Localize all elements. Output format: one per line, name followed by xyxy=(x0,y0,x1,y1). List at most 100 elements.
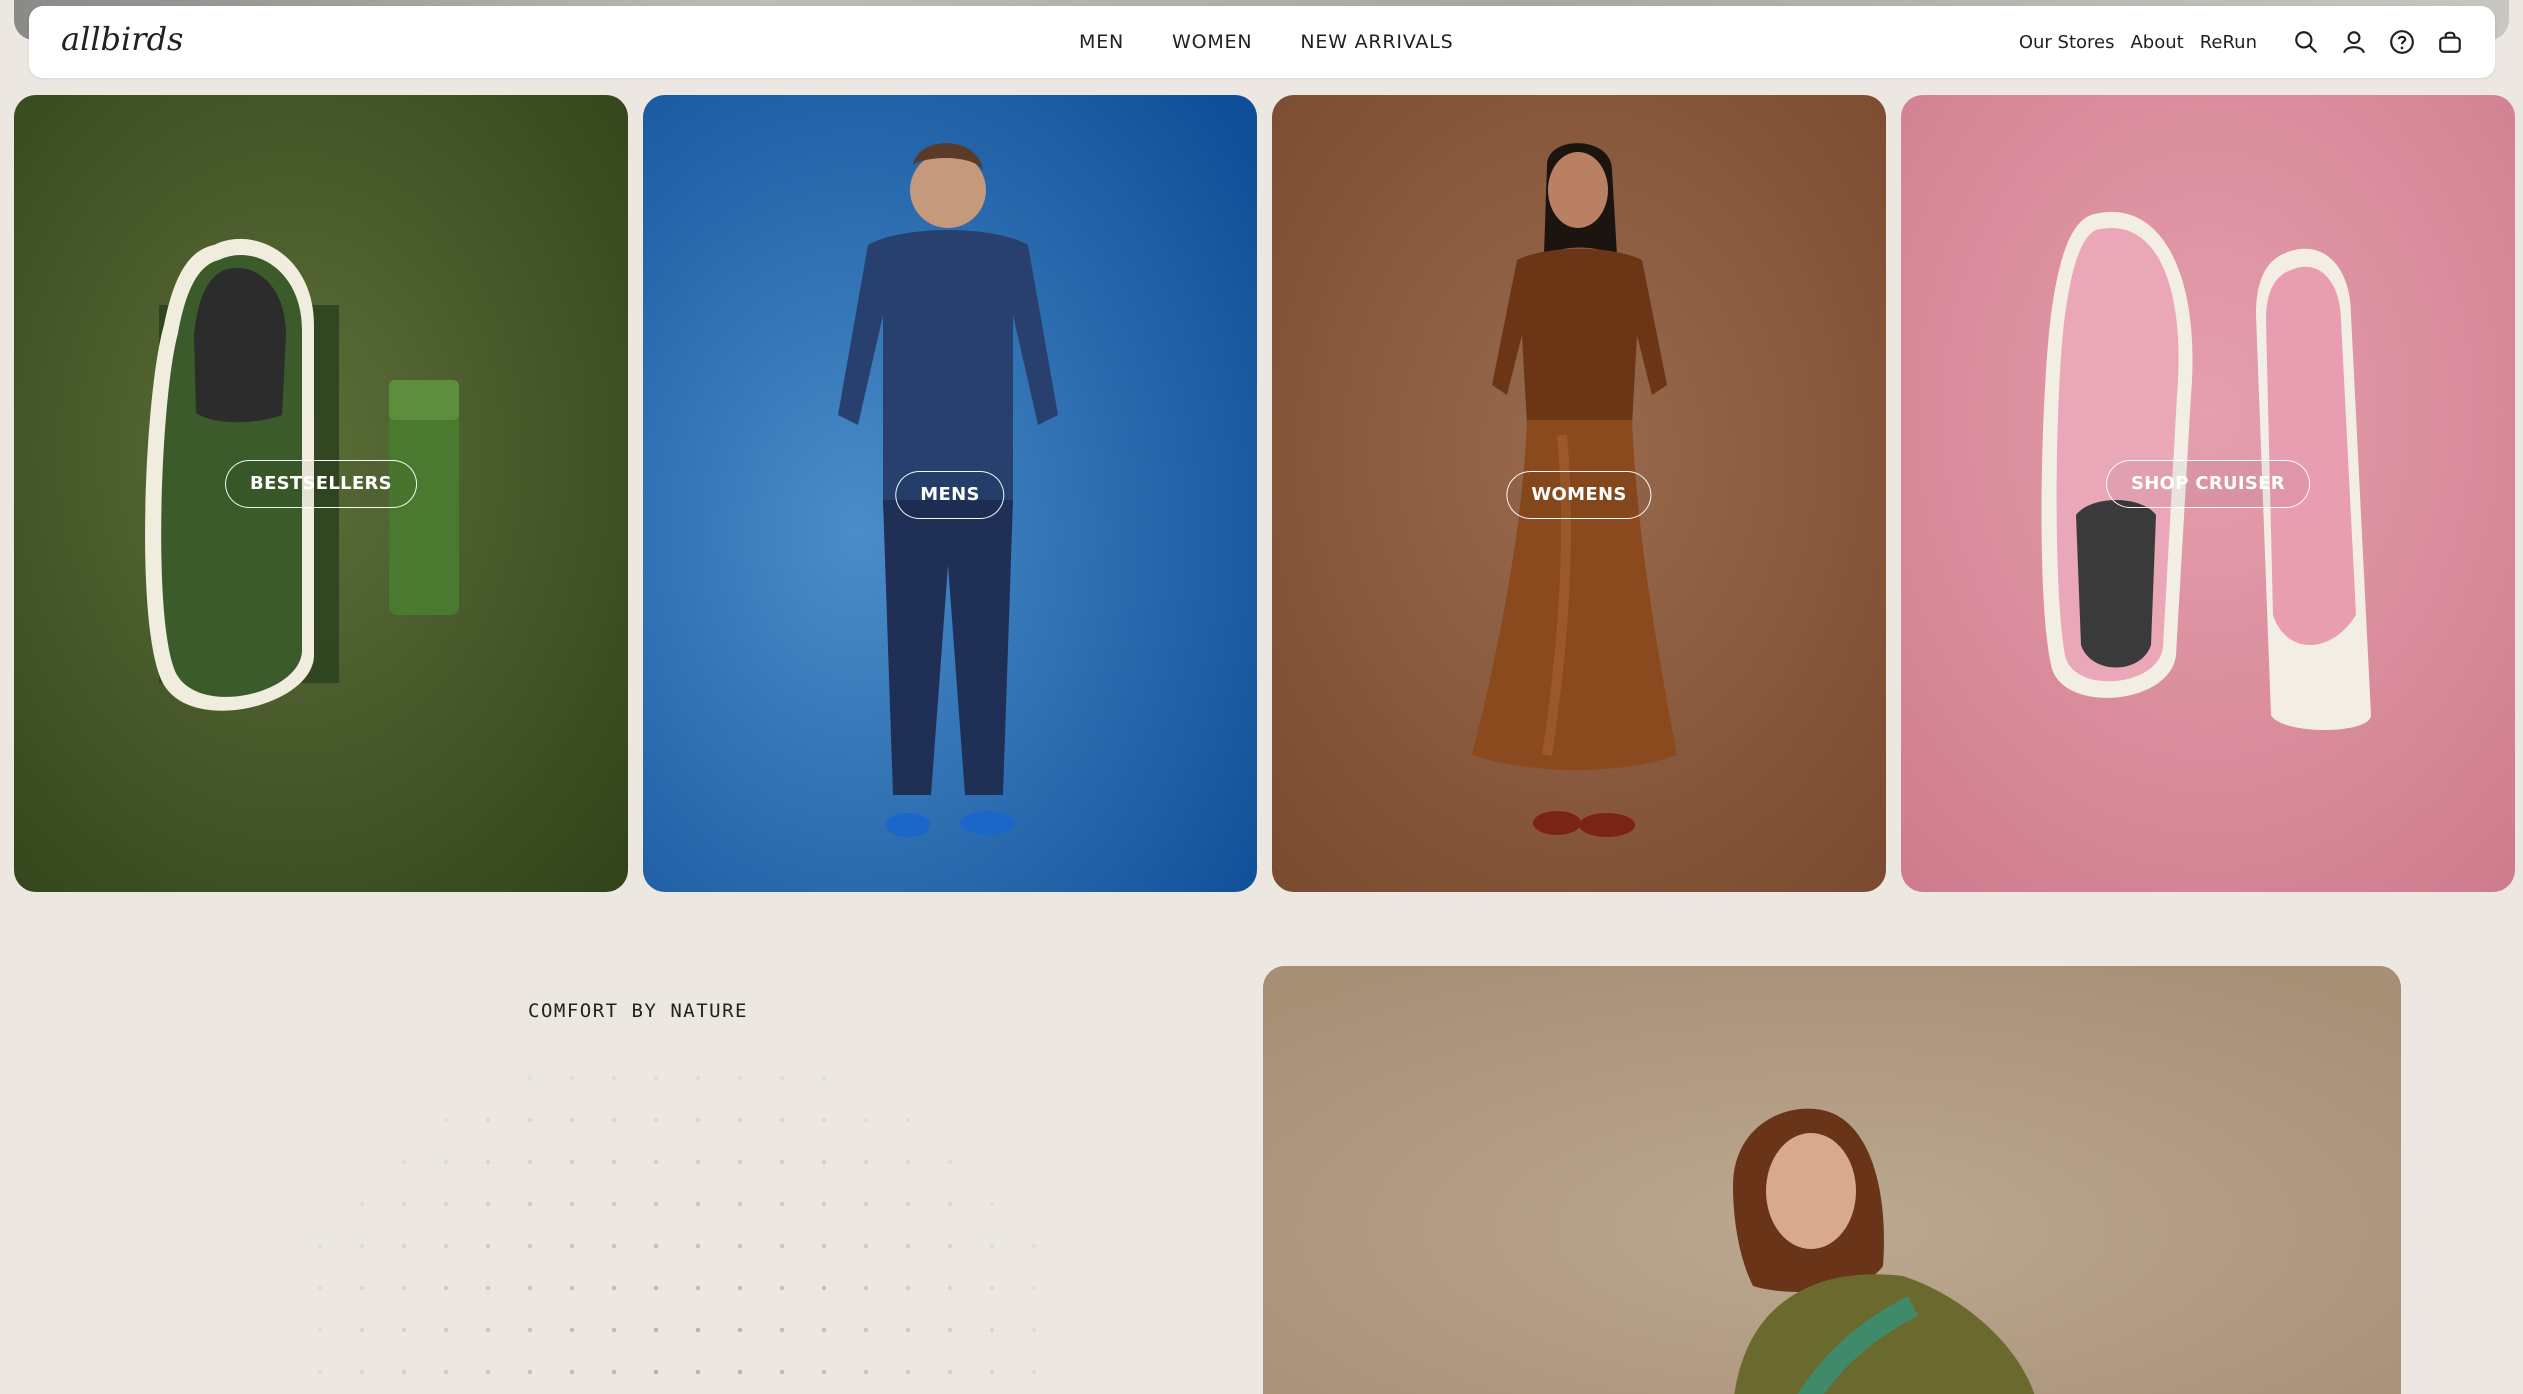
pattern-dot xyxy=(527,1369,533,1375)
pattern-dot xyxy=(653,1201,659,1207)
pattern-dot xyxy=(485,1369,491,1375)
pattern-dot xyxy=(527,1327,533,1333)
pattern-dot xyxy=(485,1117,491,1123)
pattern-dot xyxy=(569,1285,575,1291)
nav-about[interactable]: About xyxy=(2130,32,2183,53)
cart-button[interactable] xyxy=(2435,27,2465,57)
pattern-dot xyxy=(989,1369,995,1375)
help-button[interactable] xyxy=(2387,27,2417,57)
nav-new-arrivals[interactable]: NEW ARRIVALS xyxy=(1300,31,1453,53)
pattern-dot xyxy=(443,1201,449,1207)
pattern-dot xyxy=(527,1117,533,1123)
pattern-dot xyxy=(401,1243,407,1249)
pattern-dot xyxy=(695,1327,701,1333)
nav-our-stores[interactable]: Our Stores xyxy=(2019,32,2115,53)
pattern-dot xyxy=(821,1243,827,1249)
account-button[interactable] xyxy=(2339,27,2369,57)
pattern-dot xyxy=(569,1243,575,1249)
pattern-dot xyxy=(443,1117,449,1123)
pattern-dot xyxy=(653,1243,659,1249)
pattern-dot xyxy=(695,1117,701,1123)
pattern-dot xyxy=(569,1117,575,1123)
tile-womens[interactable]: WOMENS xyxy=(1272,95,1886,892)
pattern-dot xyxy=(443,1159,449,1165)
pattern-dot xyxy=(317,1243,323,1249)
pattern-dot xyxy=(863,1117,869,1123)
pattern-dot xyxy=(905,1243,911,1249)
pattern-dot xyxy=(401,1369,407,1375)
pattern-dot xyxy=(611,1243,617,1249)
pattern-dot xyxy=(485,1285,491,1291)
pattern-dot xyxy=(359,1201,365,1207)
pattern-dot xyxy=(359,1369,365,1375)
pattern-dot xyxy=(401,1159,407,1165)
pattern-dot xyxy=(401,1327,407,1333)
pattern-dot xyxy=(989,1327,995,1333)
womens-button[interactable]: WOMENS xyxy=(1506,471,1652,519)
site-header: allbirds MEN WOMEN NEW ARRIVALS Our Stor… xyxy=(29,6,2495,78)
account-icon xyxy=(2343,31,2365,54)
pattern-dot xyxy=(653,1285,659,1291)
shop-cruiser-button[interactable]: SHOP CRUISER xyxy=(2106,460,2310,508)
svg-text:allbirds: allbirds xyxy=(61,20,183,58)
pattern-dot xyxy=(695,1285,701,1291)
mens-button[interactable]: MENS xyxy=(895,471,1005,519)
pattern-dot xyxy=(989,1285,995,1291)
allbirds-logo-icon: allbirds xyxy=(61,20,183,58)
pattern-dot xyxy=(863,1243,869,1249)
tile-bestsellers[interactable]: BESTSELLERS xyxy=(14,95,628,892)
help-icon xyxy=(2390,30,2414,54)
nav-women[interactable]: WOMEN xyxy=(1172,31,1252,53)
pattern-dot xyxy=(821,1369,827,1375)
pattern-dot xyxy=(443,1369,449,1375)
pattern-dot xyxy=(611,1159,617,1165)
pattern-dot xyxy=(905,1201,911,1207)
pattern-dot xyxy=(863,1285,869,1291)
bestsellers-button[interactable]: BESTSELLERS xyxy=(225,460,417,508)
feature-image xyxy=(1263,966,2401,1394)
pattern-dot xyxy=(527,1075,533,1081)
nav-men[interactable]: MEN xyxy=(1079,31,1124,53)
pattern-dot xyxy=(653,1117,659,1123)
pattern-dot xyxy=(359,1285,365,1291)
pattern-dot xyxy=(443,1327,449,1333)
pattern-dot xyxy=(485,1243,491,1249)
search-button[interactable] xyxy=(2291,27,2321,57)
tile-shop-cruiser[interactable]: SHOP CRUISER xyxy=(1901,95,2515,892)
section-heading: COMFORT BY NATURE xyxy=(528,1000,748,1022)
pattern-dot xyxy=(821,1327,827,1333)
pattern-dot xyxy=(611,1117,617,1123)
pattern-dot xyxy=(485,1159,491,1165)
pattern-dot xyxy=(1031,1369,1037,1375)
pattern-dot xyxy=(485,1327,491,1333)
pattern-dot xyxy=(317,1327,323,1333)
pattern-dot xyxy=(611,1201,617,1207)
pattern-dot xyxy=(1031,1327,1037,1333)
pattern-dot xyxy=(359,1243,365,1249)
pattern-dot xyxy=(737,1075,743,1081)
dot-pattern-decoration xyxy=(317,1075,1037,1375)
pattern-dot xyxy=(737,1159,743,1165)
secondary-nav: Our Stores About ReRun xyxy=(2019,6,2465,78)
search-icon xyxy=(2295,31,2317,53)
pattern-dot xyxy=(653,1327,659,1333)
pattern-dot xyxy=(779,1075,785,1081)
pattern-dot xyxy=(401,1201,407,1207)
pattern-dot xyxy=(947,1285,953,1291)
pattern-dot xyxy=(611,1075,617,1081)
pattern-dot xyxy=(947,1201,953,1207)
pattern-dot xyxy=(737,1117,743,1123)
pattern-dot xyxy=(359,1327,365,1333)
nav-rerun[interactable]: ReRun xyxy=(2200,32,2257,53)
pattern-dot xyxy=(569,1159,575,1165)
pattern-dot xyxy=(779,1369,785,1375)
pattern-dot xyxy=(695,1369,701,1375)
pattern-dot xyxy=(653,1369,659,1375)
pattern-dot xyxy=(779,1285,785,1291)
tile-mens[interactable]: MENS xyxy=(643,95,1257,892)
pattern-dot xyxy=(863,1369,869,1375)
brand-logo[interactable]: allbirds xyxy=(59,16,189,66)
pattern-dot xyxy=(1031,1285,1037,1291)
pattern-dot xyxy=(737,1243,743,1249)
pattern-dot xyxy=(779,1327,785,1333)
